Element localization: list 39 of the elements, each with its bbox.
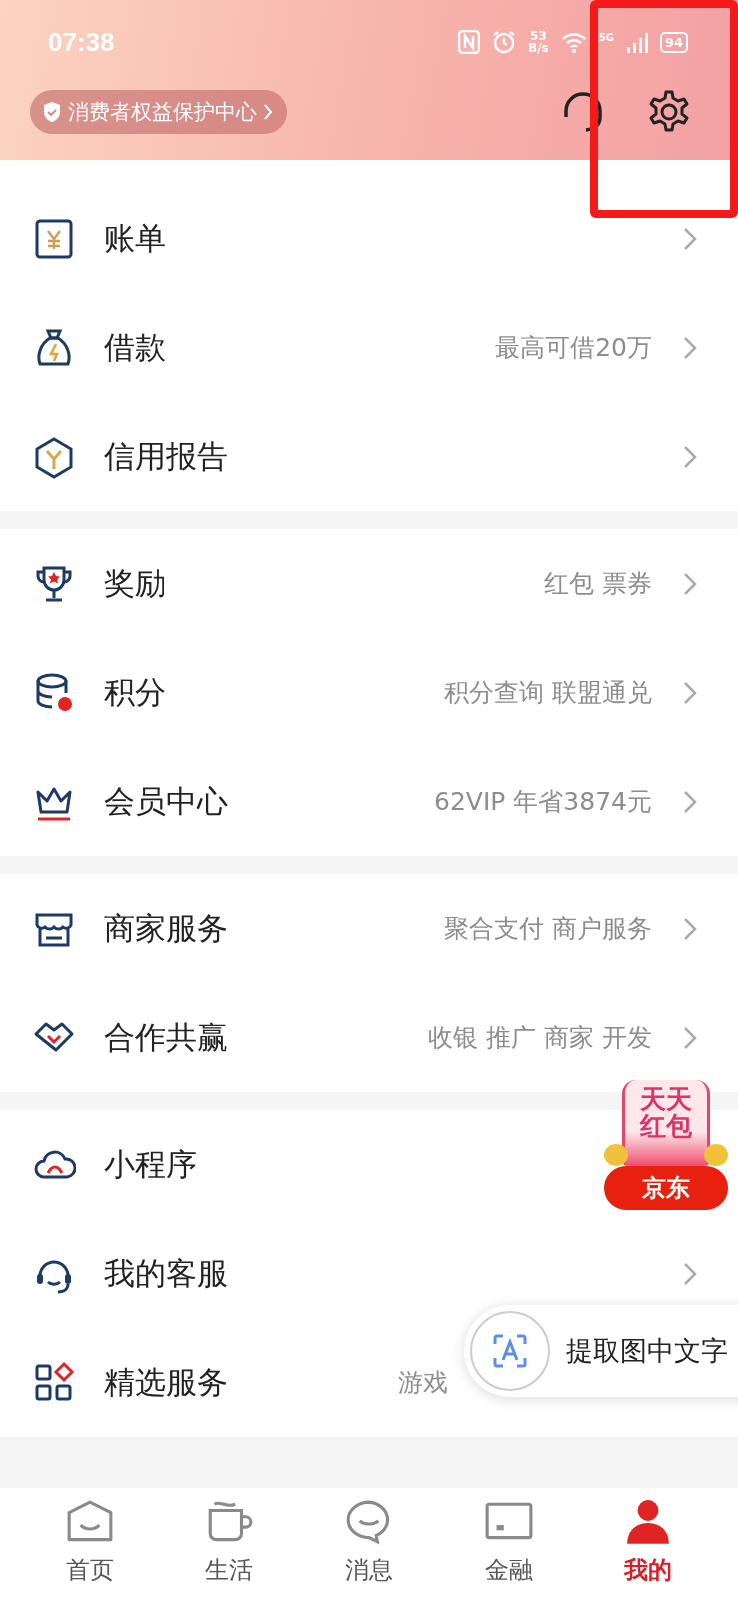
shield-icon bbox=[42, 101, 62, 123]
wifi-icon bbox=[560, 31, 587, 53]
menu-label[interactable]: 账单 bbox=[104, 217, 166, 260]
menu-detail: 红包 票券 bbox=[544, 568, 652, 600]
menu-detail: 游戏 bbox=[398, 1367, 448, 1399]
network-type: 5G bbox=[598, 32, 614, 43]
nfc-icon bbox=[458, 30, 481, 54]
menu-detail: 最高可借20万 bbox=[495, 332, 652, 364]
menu-label[interactable]: 小程序 bbox=[104, 1143, 197, 1186]
network-speed-unit: B/s bbox=[528, 42, 549, 54]
nav-tab[interactable]: 生活 bbox=[194, 1488, 265, 1600]
menu-detail: 收银 推广 商家 开发 bbox=[428, 1022, 652, 1054]
network-speed: 53 bbox=[530, 30, 547, 42]
extract-text-toast[interactable]: 提取图中文字 bbox=[464, 1305, 738, 1397]
badge-brand: 京东 bbox=[604, 1166, 728, 1210]
menu-label[interactable]: 奖励 bbox=[104, 562, 166, 605]
coupon-float-badge[interactable]: 天天红包 京东 bbox=[604, 1080, 728, 1210]
menu-detail: 聚合支付 商户服务 bbox=[444, 913, 652, 945]
menu-label[interactable]: 会员中心 bbox=[104, 780, 228, 823]
menu-label[interactable]: 信用报告 bbox=[104, 435, 228, 478]
menu-detail: 62VIP 年省3874元 bbox=[434, 786, 652, 818]
menu-label[interactable]: 积分 bbox=[104, 671, 166, 714]
menu-detail: 积分查询 联盟通兑 bbox=[444, 677, 652, 709]
nav-tab[interactable]: 金融 bbox=[473, 1488, 544, 1600]
alarm-icon bbox=[492, 30, 517, 54]
battery-level: 94 bbox=[659, 31, 688, 53]
badge-title: 天天红包 bbox=[640, 1086, 692, 1144]
chevron-icon bbox=[263, 103, 273, 121]
signal-icon bbox=[625, 31, 648, 53]
nav-tab[interactable]: 我的 bbox=[613, 1488, 684, 1600]
nav-tab[interactable]: 消息 bbox=[334, 1488, 404, 1600]
status-time: 07:38 bbox=[48, 26, 115, 58]
menu-label[interactable]: 我的客服 bbox=[104, 1252, 228, 1295]
text-scan-icon bbox=[492, 1333, 528, 1369]
menu-label[interactable]: 精选服务 bbox=[104, 1361, 228, 1404]
menu-label[interactable]: 商家服务 bbox=[104, 907, 228, 950]
menu-label[interactable]: 借款 bbox=[104, 326, 166, 369]
nav-tab[interactable]: 首页 bbox=[54, 1488, 125, 1600]
menu-label[interactable]: 合作共赢 bbox=[104, 1016, 228, 1059]
